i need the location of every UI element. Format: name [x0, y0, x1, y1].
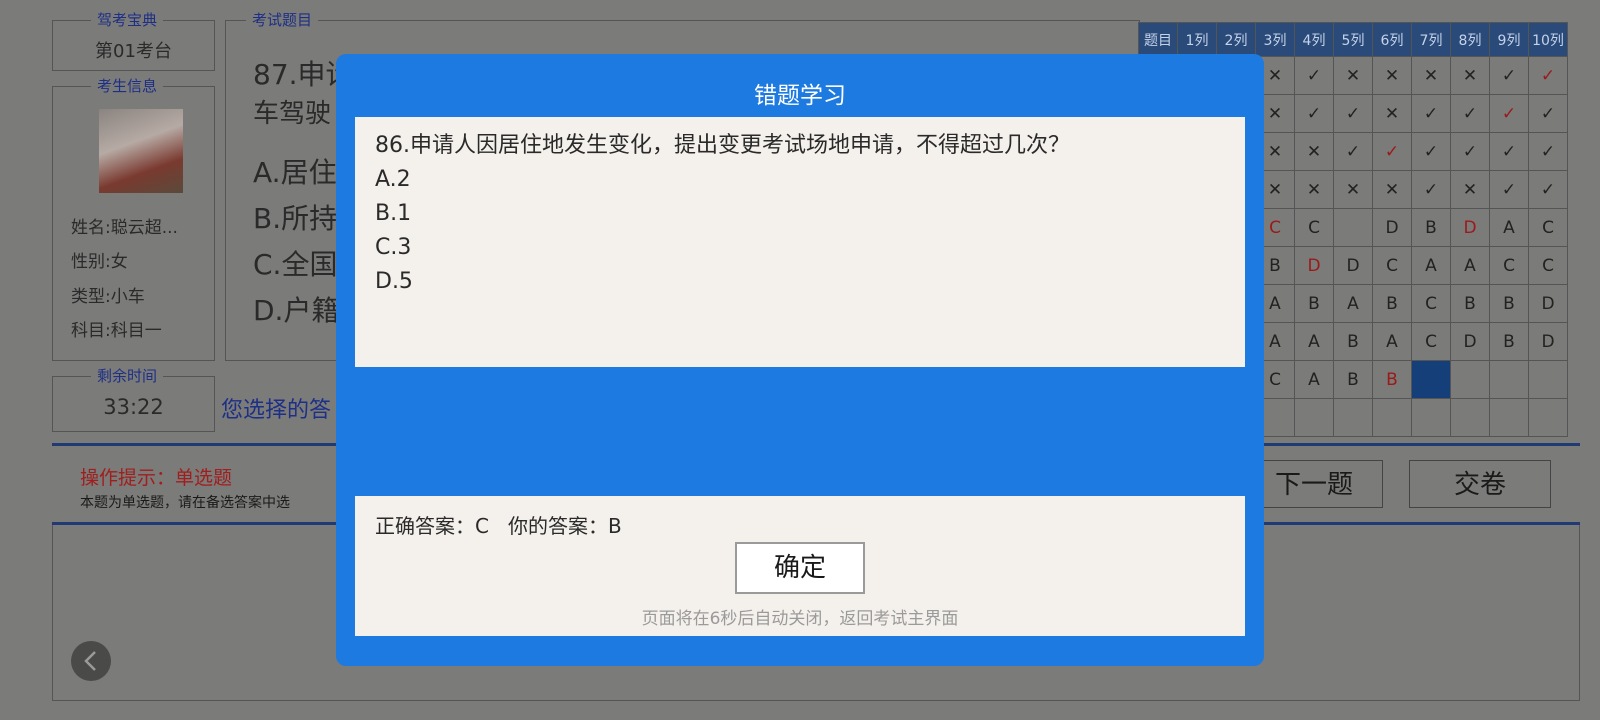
modal-title: 错题学习	[754, 83, 846, 109]
modal-question-text: 86.申请人因居住地发生变化，提出变更考试场地申请，不得超过几次？	[375, 133, 1070, 158]
modal-answer-box: 正确答案：C 你的答案：B 确定 页面将在6秒后自动关闭，返回考试主界面	[355, 496, 1245, 636]
answer-line: 正确答案：C 你的答案：B	[375, 514, 622, 538]
modal-question-box: 86.申请人因居住地发生变化，提出变更考试场地申请，不得超过几次？ A.2 B.…	[355, 117, 1245, 367]
modal-option-a: A.2	[375, 167, 411, 192]
auto-close-notice: 页面将在6秒后自动关闭，返回考试主界面	[641, 609, 959, 629]
confirm-button[interactable]: 确定	[735, 542, 865, 594]
wrong-question-modal: 错题学习 86.申请人因居住地发生变化，提出变更考试场地申请，不得超过几次？ A…	[336, 54, 1264, 666]
modal-option-b: B.1	[375, 201, 412, 226]
modal-option-c: C.3	[375, 235, 412, 260]
modal-option-d: D.5	[375, 269, 413, 294]
